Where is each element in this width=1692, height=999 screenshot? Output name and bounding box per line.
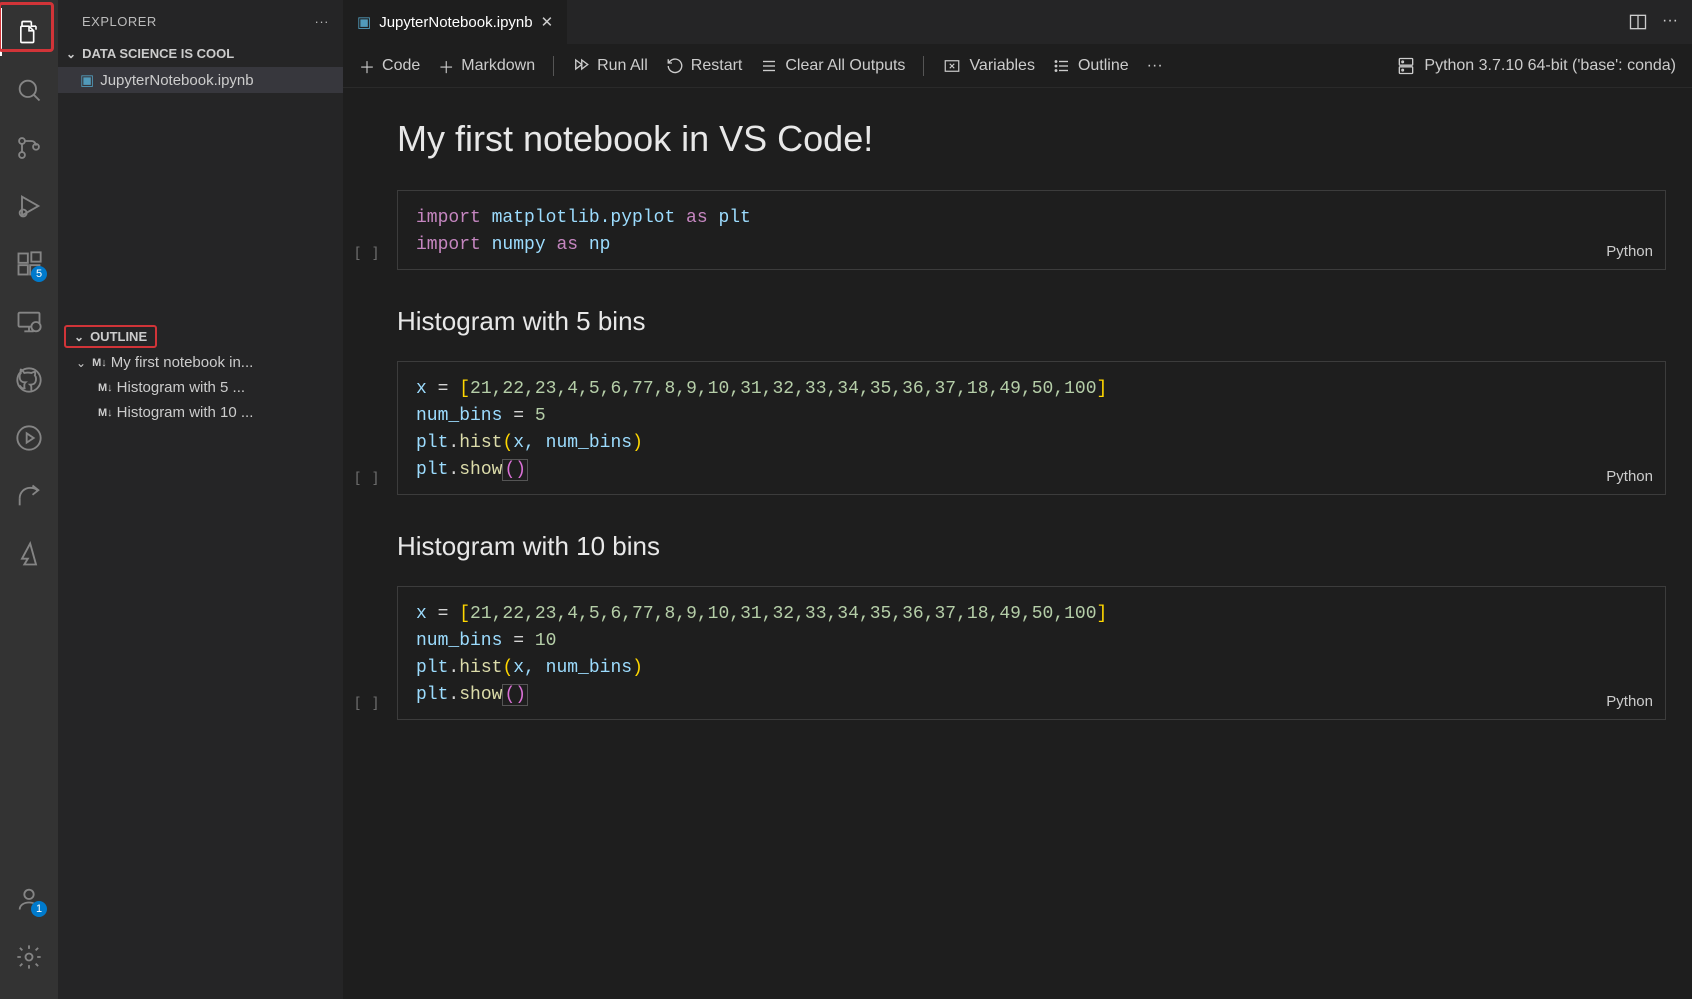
source-control-icon[interactable]	[5, 124, 53, 172]
extensions-icon[interactable]: 5	[5, 240, 53, 288]
sidebar: EXPLORER ··· ⌄ DATA SCIENCE IS COOL ▣ Ju…	[58, 0, 343, 999]
split-editor-icon[interactable]	[1628, 12, 1648, 32]
explorer-icon[interactable]	[5, 8, 53, 56]
notebook-heading-2[interactable]: Histogram with 5 bins	[397, 306, 1666, 337]
explorer-section-header[interactable]: ⌄ DATA SCIENCE IS COOL	[58, 42, 343, 65]
markdown-icon: M↓	[98, 382, 113, 394]
file-item[interactable]: ▣ JupyterNotebook.ipynb	[58, 67, 343, 93]
outline-item-child[interactable]: M↓ Histogram with 10 ...	[58, 400, 343, 425]
variables-button[interactable]: Variables	[942, 57, 1035, 75]
plus-icon: ＋	[438, 54, 454, 78]
kernel-selector[interactable]: Python 3.7.10 64-bit ('base': conda)	[1396, 56, 1676, 76]
notebook-file-icon: ▣	[357, 13, 371, 31]
restart-button[interactable]: Restart	[666, 57, 743, 75]
code-cell[interactable]: [ ] x = [21,22,23,4,5,6,77,8,9,10,31,32,…	[397, 361, 1666, 495]
outline-item-root[interactable]: ⌄ M↓ My first notebook in...	[58, 350, 343, 375]
add-code-button[interactable]: ＋Code	[359, 54, 420, 78]
github-icon[interactable]	[5, 356, 53, 404]
search-icon[interactable]	[5, 66, 53, 114]
cell-language[interactable]: Python	[1606, 691, 1653, 714]
run-all-button[interactable]: Run All	[572, 57, 648, 75]
tab-bar: ▣ JupyterNotebook.ipynb ✕ ···	[343, 0, 1692, 44]
chevron-down-icon: ⌄	[66, 47, 76, 61]
outline-item-child[interactable]: M↓ Histogram with 5 ...	[58, 375, 343, 400]
play-circle-icon[interactable]	[5, 414, 53, 462]
outline-button[interactable]: Outline	[1053, 57, 1129, 75]
chevron-down-icon: ⌄	[76, 356, 86, 370]
remote-explorer-icon[interactable]	[5, 298, 53, 346]
server-icon	[1396, 56, 1416, 76]
plus-icon: ＋	[359, 54, 375, 78]
notebook-heading-1[interactable]: My first notebook in VS Code!	[397, 118, 1666, 160]
azure-icon[interactable]	[5, 530, 53, 578]
settings-gear-icon[interactable]	[5, 933, 53, 981]
outline-section-header[interactable]: ⌄ OUTLINE	[64, 325, 157, 348]
markdown-icon: M↓	[98, 407, 113, 419]
notebook-toolbar: ＋Code ＋Markdown Run All Restart Clear Al…	[343, 44, 1692, 88]
editor-area: ▣ JupyterNotebook.ipynb ✕ ··· ＋Code ＋Mar…	[343, 0, 1692, 999]
editor-tab[interactable]: ▣ JupyterNotebook.ipynb ✕	[343, 0, 567, 44]
add-markdown-button[interactable]: ＋Markdown	[438, 54, 535, 78]
cell-language[interactable]: Python	[1606, 241, 1653, 264]
account-badge: 1	[31, 901, 47, 917]
extensions-badge: 5	[31, 266, 47, 282]
activity-bar: 5 1	[0, 0, 58, 999]
account-icon[interactable]: 1	[5, 875, 53, 923]
run-and-debug-icon[interactable]	[5, 182, 53, 230]
notebook-body: My first notebook in VS Code! [ ] import…	[343, 88, 1692, 999]
more-icon[interactable]: ···	[315, 14, 330, 29]
code-cell[interactable]: [ ] x = [21,22,23,4,5,6,77,8,9,10,31,32,…	[397, 586, 1666, 720]
execution-count: [ ]	[353, 469, 380, 487]
code-cell[interactable]: [ ] import matplotlib.pyplot as plt impo…	[397, 190, 1666, 270]
more-icon[interactable]: ···	[1147, 57, 1163, 75]
clear-outputs-button[interactable]: Clear All Outputs	[760, 57, 905, 75]
notebook-heading-2[interactable]: Histogram with 10 bins	[397, 531, 1666, 562]
more-icon[interactable]: ···	[1662, 12, 1678, 32]
notebook-file-icon: ▣	[80, 71, 94, 89]
execution-count: [ ]	[353, 694, 380, 712]
chevron-down-icon: ⌄	[74, 330, 84, 344]
markdown-icon: M↓	[92, 357, 107, 369]
execution-count: [ ]	[353, 244, 380, 262]
cell-language[interactable]: Python	[1606, 466, 1653, 489]
sidebar-title: EXPLORER ···	[58, 0, 343, 42]
close-icon[interactable]: ✕	[541, 13, 554, 31]
share-icon[interactable]	[5, 472, 53, 520]
